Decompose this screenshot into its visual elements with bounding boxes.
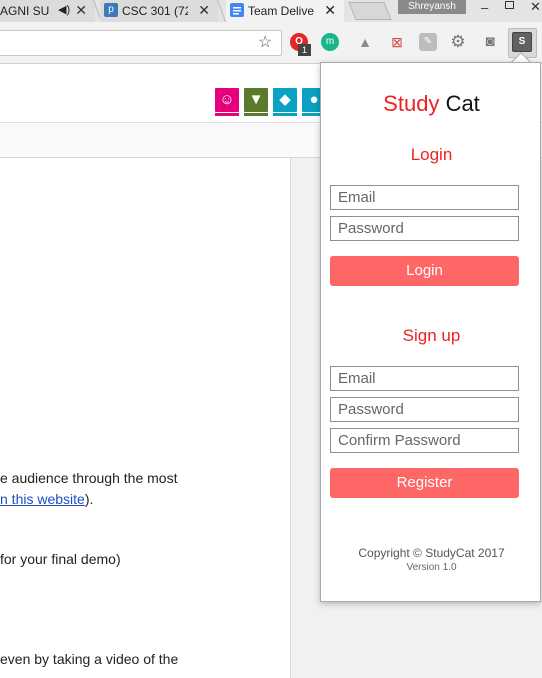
logo-cat: Cat [445, 91, 480, 116]
docs-icon [230, 3, 244, 17]
tile-underline [244, 113, 268, 116]
login-button[interactable]: Login [330, 256, 519, 286]
tab-title: AGNI SU [0, 4, 50, 18]
tab-agni[interactable]: AGNI SU ◀) ✕ [0, 0, 95, 22]
login-email-input[interactable] [330, 185, 519, 210]
piazza-icon: p [104, 3, 118, 17]
tab-title: Team Delive [248, 4, 314, 18]
window-close-icon[interactable]: ✕ [530, 0, 541, 15]
login-heading: Login [410, 145, 453, 164]
profile-name[interactable]: Shreyansh [398, 0, 466, 14]
address-bar[interactable] [0, 30, 282, 56]
save-extension-icon[interactable]: ⊠ [388, 33, 406, 51]
tile-glyph: ◆ [279, 91, 291, 108]
signup-confirm-password-input[interactable] [330, 428, 519, 453]
doc-text-fragment: ). [84, 491, 94, 507]
studycat-extension-icon[interactable]: S [512, 32, 532, 52]
m-extension-icon[interactable]: m [321, 33, 339, 51]
badger-icon[interactable]: ▼ [244, 88, 268, 112]
tile-underline [215, 113, 239, 116]
signup-heading: Sign up [402, 326, 461, 345]
tab-title: CSC 301 (72 [122, 4, 188, 18]
pig-icon[interactable]: ☺ [215, 88, 239, 112]
tab-team-deliverables[interactable]: Team Delive ✕ [226, 0, 344, 22]
doc-text-line: n this website). [0, 491, 93, 507]
close-icon[interactable]: ✕ [324, 2, 336, 19]
tile-glyph: ☺ [219, 91, 235, 108]
studycat-logo: Study Cat [321, 91, 542, 117]
tile-underline [273, 113, 297, 116]
camera-icon[interactable]: ◙ [481, 33, 499, 51]
doc-text-line: for your final demo) [0, 551, 121, 567]
tab-csc301[interactable]: p CSC 301 (72 ✕ [100, 0, 218, 22]
speaker-icon: ◀) [58, 4, 71, 16]
tab-strip: AGNI SU ◀) ✕ p CSC 301 (72 ✕ Team Delive… [0, 0, 542, 22]
duck-icon[interactable]: ◆ [273, 88, 297, 112]
browser-toolbar: ☆ O m ▲ ⊠ ✎ ⚙ ◙ S [0, 22, 542, 64]
logo-study: Study [383, 91, 440, 116]
signup-password-input[interactable] [330, 397, 519, 422]
tile-glyph: ▼ [248, 91, 264, 108]
document-page[interactable]: e audience through the most n this websi… [0, 158, 290, 678]
studycat-popup: Study Cat Login Login Sign up Register C… [320, 62, 541, 602]
website-link[interactable]: n this website [0, 491, 85, 507]
login-password-input[interactable] [330, 216, 519, 241]
gear-icon[interactable]: ⚙ [449, 33, 467, 51]
new-tab-button[interactable] [348, 2, 392, 20]
minimize-icon[interactable]: – [481, 0, 488, 15]
bookmark-star-icon[interactable]: ☆ [258, 32, 272, 52]
doc-text-line: e audience through the most [0, 470, 178, 486]
tab-divider [216, 0, 227, 22]
close-icon[interactable]: ✕ [75, 2, 87, 19]
pdf-extension-icon[interactable]: ✎ [419, 33, 437, 51]
maximize-icon[interactable] [505, 1, 514, 9]
version-text: Version 1.0 [406, 562, 457, 573]
signup-email-input[interactable] [330, 366, 519, 391]
copyright-text: Copyright © StudyCat 2017 [358, 546, 505, 560]
doc-text-line: even by taking a video of the [0, 651, 179, 667]
register-button[interactable]: Register [330, 468, 519, 498]
close-icon[interactable]: ✕ [198, 2, 210, 19]
drive-icon[interactable]: ▲ [356, 33, 374, 51]
opera-badge-count: 1 [298, 44, 311, 56]
